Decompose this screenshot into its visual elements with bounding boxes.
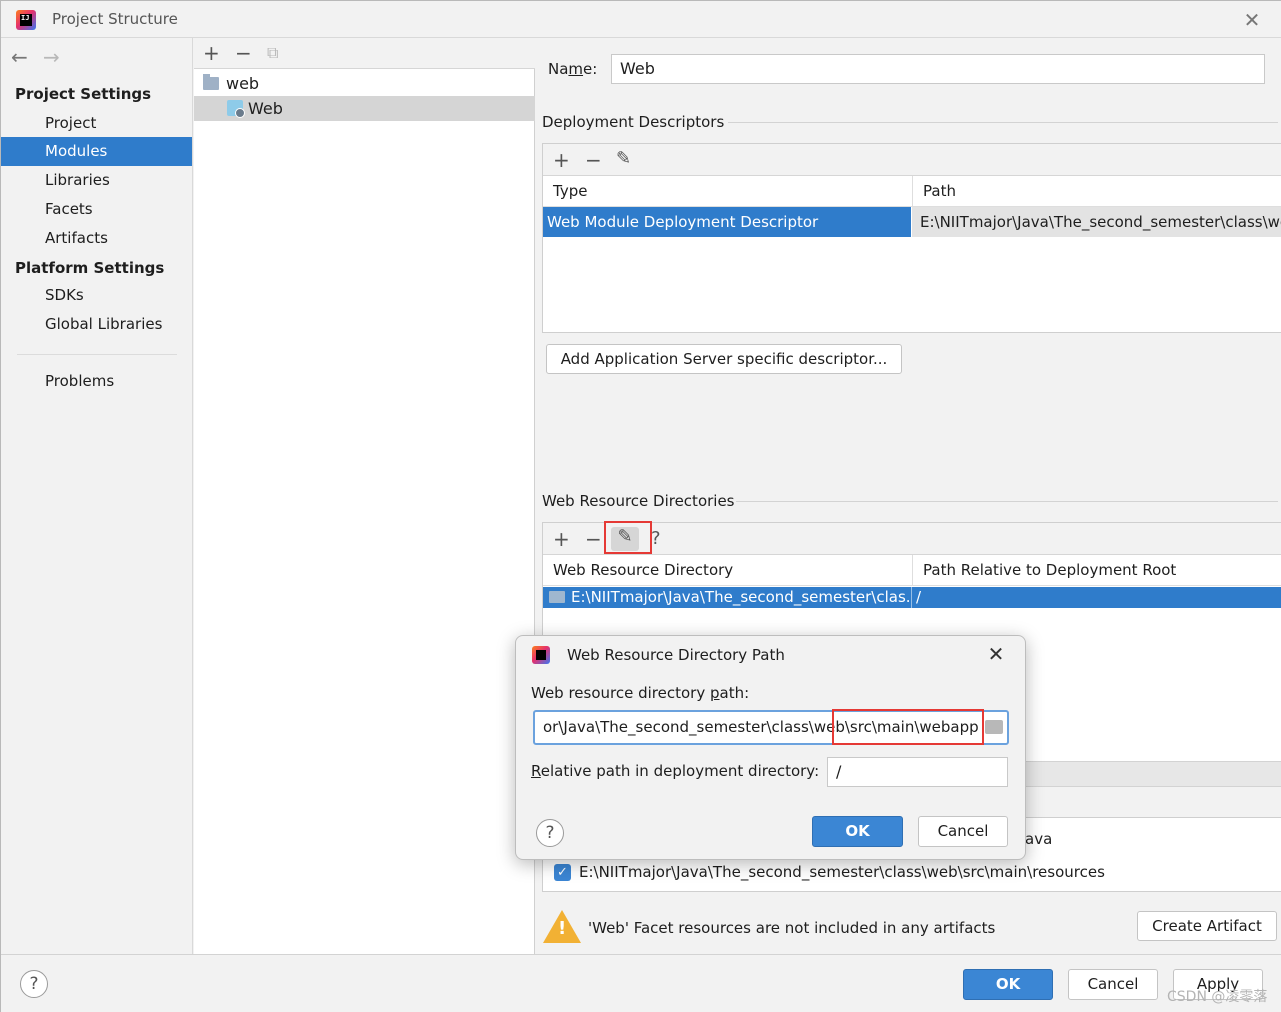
highlight-box (604, 521, 652, 554)
remove-icon[interactable]: − (585, 529, 602, 549)
help-icon[interactable]: ? (536, 819, 564, 847)
deployment-descriptors-table: + − ✎ Type Path Web Module Deployment De… (542, 143, 1281, 333)
remove-icon[interactable]: − (585, 150, 602, 170)
resource-directory-cell: E:\NIITmajor\Java\The_second_semester\cl… (571, 588, 909, 606)
tree-node-label: web (226, 74, 260, 93)
column-header-path[interactable]: Path (912, 176, 1281, 207)
nav-item-problems[interactable]: Problems (1, 367, 192, 396)
source-root-path: E:\NIITmajor\Java\The_second_semester\cl… (579, 863, 1105, 881)
close-icon[interactable]: ✕ (984, 642, 1008, 666)
relative-path-input[interactable]: / (827, 757, 1008, 787)
web-facet-icon (227, 100, 245, 118)
module-tree: + − ⧉ web Web (194, 38, 535, 954)
tree-node-web-facet[interactable]: Web (194, 96, 535, 121)
settings-nav: ← → Project Settings Project Modules Lib… (1, 38, 193, 954)
add-icon[interactable]: + (553, 529, 570, 549)
forward-arrow-icon[interactable]: → (43, 45, 60, 69)
title-bar: IJ Project Structure ✕ (1, 1, 1281, 38)
warning-text: 'Web' Facet resources are not included i… (588, 919, 996, 937)
descriptors-toolbar: + − ✎ (543, 144, 1281, 176)
button-label: Create Artifact (1152, 917, 1262, 935)
intellij-logo-icon: IJ (16, 10, 36, 30)
dialog-cancel-button[interactable]: Cancel (918, 816, 1008, 847)
help-icon[interactable]: ? (20, 970, 48, 998)
dialog-ok-button[interactable]: OK (812, 816, 903, 847)
button-label: Add Application Server specific descript… (560, 350, 888, 368)
descriptor-type-cell: Web Module Deployment Descriptor (543, 207, 911, 237)
nav-item-project[interactable]: Project (1, 109, 192, 138)
nav-item-artifacts[interactable]: Artifacts (1, 224, 192, 253)
remove-icon[interactable]: − (235, 43, 252, 63)
cancel-button[interactable]: Cancel (1068, 969, 1158, 1000)
nav-item-global-libraries[interactable]: Global Libraries (1, 310, 192, 339)
table-row[interactable]: Web Module Deployment Descriptor E:\NIIT… (543, 207, 1281, 237)
relative-path-label: Relative path in deployment directory: (531, 762, 820, 780)
name-label: Name: (548, 60, 598, 78)
section-divider (736, 501, 1278, 502)
source-root-checkbox[interactable]: ✓ (554, 864, 571, 881)
create-artifact-button[interactable]: Create Artifact (1137, 911, 1277, 941)
resource-dirs-toolbar: + − ✎ ? (543, 523, 1281, 555)
relative-path-cell: / (916, 588, 922, 606)
edit-pencil-icon[interactable]: ✎ (616, 149, 631, 169)
copy-icon[interactable]: ⧉ (267, 43, 278, 63)
table-row[interactable]: E:\NIITmajor\Java\The_second_semester\cl… (543, 587, 1281, 608)
browse-folder-icon[interactable] (985, 720, 1003, 734)
help-question-icon[interactable]: ? (651, 529, 661, 549)
intellij-logo-icon (532, 646, 550, 664)
source-root-path: ava (1025, 830, 1053, 848)
column-header-web-resource-directory[interactable]: Web Resource Directory (543, 555, 912, 586)
watermark: CSDN @凌零落 (1167, 989, 1268, 1005)
nav-divider (17, 354, 177, 355)
column-header-relative-path[interactable]: Path Relative to Deployment Root (912, 555, 1281, 586)
descriptor-path-cell: E:\NIITmajor\Java\The_second_semester\cl… (912, 207, 1281, 237)
nav-item-sdks[interactable]: SDKs (1, 281, 192, 310)
dialog-footer: ? OK Cancel Apply (1, 954, 1281, 1012)
dialog-title: Web Resource Directory Path (567, 646, 785, 664)
add-icon[interactable]: + (203, 43, 220, 63)
column-divider (911, 587, 912, 608)
section-divider (728, 122, 1278, 123)
warning-mark: ! (558, 918, 567, 939)
project-settings-heading: Project Settings (15, 85, 152, 103)
add-server-descriptor-button[interactable]: Add Application Server specific descript… (546, 344, 902, 374)
path-label: Web resource directory path: (531, 684, 750, 702)
platform-settings-heading: Platform Settings (15, 259, 165, 277)
close-icon[interactable]: ✕ (1240, 8, 1264, 32)
deployment-descriptors-title: Deployment Descriptors (542, 113, 725, 131)
tree-node-web-module[interactable]: web (194, 71, 535, 96)
window-title: Project Structure (52, 10, 178, 28)
project-structure-window: IJ Project Structure ✕ ← → Project Setti… (0, 0, 1281, 1012)
nav-item-facets[interactable]: Facets (1, 195, 192, 224)
back-arrow-icon[interactable]: ← (11, 45, 28, 69)
add-icon[interactable]: + (553, 150, 570, 170)
column-header-type[interactable]: Type (543, 176, 912, 207)
web-resource-directories-title: Web Resource Directories (542, 492, 735, 510)
ok-button[interactable]: OK (963, 969, 1053, 1000)
nav-item-libraries[interactable]: Libraries (1, 166, 192, 195)
tree-node-label: Web (248, 99, 283, 118)
tree-toolbar: + − ⧉ (194, 38, 535, 69)
folder-icon (203, 74, 219, 90)
nav-item-modules[interactable]: Modules (1, 137, 192, 166)
name-field[interactable]: Web (611, 54, 1265, 84)
highlight-box (832, 709, 984, 745)
web-resource-directory-dialog: Web Resource Directory Path ✕ Web resour… (515, 635, 1026, 860)
web-folder-icon (549, 591, 565, 603)
